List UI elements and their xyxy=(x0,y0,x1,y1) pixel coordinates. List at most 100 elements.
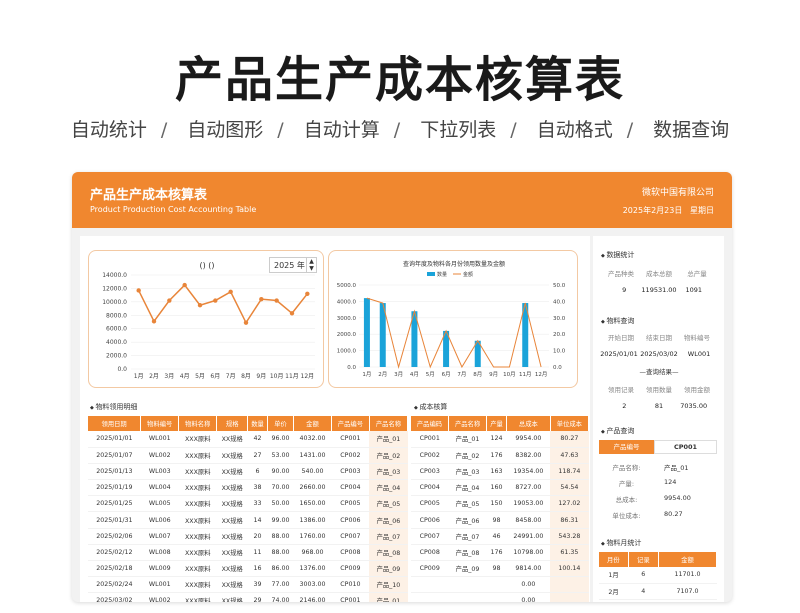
table-cell[interactable]: 19053.00 xyxy=(506,495,551,513)
table-cell[interactable]: XX规格 xyxy=(216,511,248,529)
table-cell[interactable]: XXX原料 xyxy=(178,431,217,448)
table-cell[interactable]: 2146.00 xyxy=(293,592,332,602)
table-cell[interactable]: 6 xyxy=(628,567,659,584)
table-cell[interactable]: 543.28 xyxy=(550,528,589,545)
table-cell[interactable]: 产品_05 xyxy=(369,495,408,513)
table-cell[interactable]: XX规格 xyxy=(216,495,248,513)
table-cell[interactable]: CP004 xyxy=(411,479,449,497)
table-cell[interactable]: 产品_04 xyxy=(448,479,487,497)
table-cell[interactable]: 20 xyxy=(247,528,268,545)
table-cell[interactable]: CP002 xyxy=(411,447,449,464)
table-cell[interactable]: CP007 xyxy=(331,528,370,545)
table-row[interactable]: 2025/02/24 WL001 XXX原料 XX规格 39 77.00 3003.00 CP… xyxy=(88,576,408,594)
table-cell[interactable]: CP004 xyxy=(331,479,370,497)
table-cell[interactable]: 98 xyxy=(486,511,507,529)
table-cell[interactable]: 产品_06 xyxy=(448,511,487,529)
table-cell[interactable] xyxy=(448,576,487,594)
table-cell[interactable]: 160 xyxy=(486,479,507,497)
table-cell[interactable] xyxy=(411,576,449,594)
table-cell[interactable]: 4 xyxy=(628,583,659,600)
table-cell[interactable]: 2025/02/24 xyxy=(88,576,141,594)
table-cell[interactable]: 8727.00 xyxy=(506,479,551,497)
table-cell[interactable]: CP010 xyxy=(331,576,370,594)
material-id-input[interactable]: WL001 xyxy=(679,350,719,358)
table-cell[interactable]: XXX原料 xyxy=(178,576,217,594)
table-cell[interactable]: 100.14 xyxy=(550,560,589,578)
table-row[interactable]: 2025/01/07 WL002 XXX原料 XX规格 27 53.00 1431.00 CP… xyxy=(88,447,408,464)
table-cell[interactable]: CP007 xyxy=(411,528,449,545)
table-cell[interactable]: 47.63 xyxy=(550,447,589,464)
table-cell[interactable]: 54.54 xyxy=(550,479,589,497)
table-row[interactable]: CP009 产品_09 98 9814.00 100.14 xyxy=(411,560,589,578)
table-cell[interactable]: 1376.00 xyxy=(293,560,332,578)
table-cell[interactable]: XXX原料 xyxy=(178,495,217,513)
table-cell[interactable]: 77.00 xyxy=(267,576,294,594)
table-cell[interactable]: 2025/02/12 xyxy=(88,544,141,562)
end-date-input[interactable]: 2025/03/02 xyxy=(639,350,679,358)
table-cell[interactable]: 38 xyxy=(247,479,268,497)
table-cell[interactable]: 39 xyxy=(247,576,268,594)
table-cell[interactable]: 33 xyxy=(247,495,268,513)
table-cell[interactable]: XXX原料 xyxy=(178,528,217,545)
table-cell[interactable]: CP005 xyxy=(331,495,370,513)
table-cell[interactable] xyxy=(486,592,507,602)
table-row[interactable]: CP007 产品_07 46 24991.00 543.28 xyxy=(411,528,589,545)
table-row[interactable]: CP001 产品_01 124 9954.00 80.27 xyxy=(411,431,589,448)
table-cell[interactable]: CP005 xyxy=(411,495,449,513)
table-cell[interactable]: WL004 xyxy=(140,479,179,497)
table-cell[interactable]: 2025/01/13 xyxy=(88,463,141,481)
table-cell[interactable]: CP009 xyxy=(331,560,370,578)
table-cell[interactable]: CP009 xyxy=(411,560,449,578)
table-cell[interactable]: 118.74 xyxy=(550,463,589,481)
table-cell[interactable]: 2025/03/02 xyxy=(88,592,141,602)
table-row[interactable]: 2025/01/31 WL006 XXX原料 XX规格 14 99.00 1386.00 CP… xyxy=(88,511,408,529)
table-cell[interactable]: XXX原料 xyxy=(178,511,217,529)
table-row[interactable]: 2025/01/25 WL005 XXX原料 XX规格 33 50.00 1650.00 CP… xyxy=(88,495,408,513)
table-cell[interactable]: 53.00 xyxy=(267,447,294,464)
table-cell[interactable]: 6 xyxy=(247,463,268,481)
table-cell[interactable]: 127.02 xyxy=(550,495,589,513)
table-cell[interactable]: 产品_08 xyxy=(448,544,487,562)
table-cell[interactable]: 产品_06 xyxy=(369,511,408,529)
table-row[interactable]: 2025/02/06 WL007 XXX原料 XX规格 20 88.00 1760.00 CP… xyxy=(88,528,408,545)
table-cell[interactable]: XX规格 xyxy=(216,560,248,578)
table-row[interactable]: CP005 产品_05 150 19053.00 127.02 xyxy=(411,495,589,513)
table-cell[interactable]: 2025/01/25 xyxy=(88,495,141,513)
table-cell[interactable]: 2025/01/07 xyxy=(88,447,141,464)
table-cell[interactable]: 2025/02/06 xyxy=(88,528,141,545)
table-row[interactable]: CP002 产品_02 176 8382.00 47.63 xyxy=(411,447,589,464)
table-cell[interactable]: 0.00 xyxy=(506,592,551,602)
table-cell[interactable]: 50.00 xyxy=(267,495,294,513)
table-cell[interactable]: 产品_05 xyxy=(448,495,487,513)
table-cell[interactable]: CP001 xyxy=(411,431,449,448)
table-cell[interactable]: 99.00 xyxy=(267,511,294,529)
table-cell[interactable]: CP006 xyxy=(331,511,370,529)
table-cell[interactable]: 42 xyxy=(247,431,268,448)
table-cell[interactable]: 11701.0 xyxy=(658,567,717,584)
table-cell[interactable]: 74.00 xyxy=(267,592,294,602)
table-cell[interactable]: 27 xyxy=(247,447,268,464)
table-row[interactable]: 2025/01/01 WL001 XXX原料 XX规格 42 96.00 4032.00 CP… xyxy=(88,431,408,448)
table-cell[interactable]: XXX原料 xyxy=(178,592,217,602)
table-cell[interactable]: CP008 xyxy=(331,544,370,562)
table-cell[interactable]: CP003 xyxy=(331,463,370,481)
table-row[interactable]: 0.00 xyxy=(411,576,589,594)
table-cell[interactable]: 163 xyxy=(486,463,507,481)
table-row[interactable]: 2025/02/12 WL008 XXX原料 XX规格 11 88.00 968.00 CP0… xyxy=(88,544,408,562)
table-cell[interactable]: 产品_03 xyxy=(448,463,487,481)
table-cell[interactable]: WL001 xyxy=(140,431,179,448)
table-cell[interactable]: 产品_10 xyxy=(369,576,408,594)
product-id-input[interactable]: CP001 xyxy=(654,440,717,454)
table-cell[interactable]: CP001 xyxy=(331,431,370,448)
table-cell[interactable]: 88.00 xyxy=(267,544,294,562)
table-cell[interactable] xyxy=(550,576,589,594)
table-cell[interactable]: 1386.00 xyxy=(293,511,332,529)
table-cell[interactable]: XX规格 xyxy=(216,528,248,545)
table-cell[interactable]: 98 xyxy=(486,560,507,578)
table-cell[interactable]: 46 xyxy=(486,528,507,545)
table-cell[interactable]: 86.00 xyxy=(267,560,294,578)
table-cell[interactable]: CP003 xyxy=(411,463,449,481)
table-cell[interactable]: 产品_08 xyxy=(369,544,408,562)
table-cell[interactable]: XXX原料 xyxy=(178,544,217,562)
table-cell[interactable]: 产品_09 xyxy=(448,560,487,578)
